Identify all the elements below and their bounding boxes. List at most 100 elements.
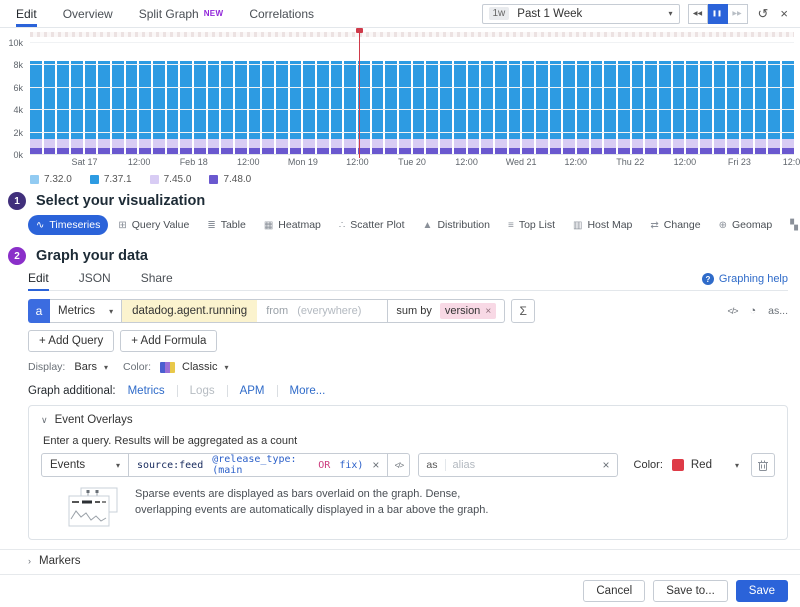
display-options-icon[interactable]: ◔ xyxy=(750,305,757,317)
metric-name-input[interactable]: datadog.agent.running xyxy=(122,300,257,322)
top-tab-overview[interactable]: Overview xyxy=(63,0,113,27)
step-forward-button[interactable]: ▶▶ xyxy=(728,4,748,24)
stacked-bar[interactable] xyxy=(317,43,329,155)
aggregator-sigma-button[interactable]: Σ xyxy=(511,299,535,323)
stacked-bar[interactable] xyxy=(782,43,794,155)
stacked-bar[interactable] xyxy=(522,43,534,155)
delete-event-query-button[interactable] xyxy=(751,453,775,477)
alias-as-button[interactable]: as... xyxy=(768,305,788,317)
stacked-bar[interactable] xyxy=(57,43,69,155)
stacked-bar[interactable] xyxy=(180,43,192,155)
top-tab-split-graph[interactable]: Split GraphNEW xyxy=(139,0,224,27)
viz-button-change[interactable]: ⇄Change xyxy=(642,215,708,235)
stacked-bar[interactable] xyxy=(741,43,753,155)
stacked-bar[interactable] xyxy=(139,43,151,155)
stacked-bar[interactable] xyxy=(768,43,780,155)
event-color-select[interactable]: Red ▾ xyxy=(672,459,739,471)
stacked-bar[interactable] xyxy=(413,43,425,155)
stacked-bar[interactable] xyxy=(426,43,438,155)
chart-plot-area[interactable]: 0k2k4k6k8k10k xyxy=(30,43,794,155)
stacked-bar[interactable] xyxy=(249,43,261,155)
color-scheme-select[interactable]: Classic ▾ xyxy=(157,360,231,374)
save-button[interactable]: Save xyxy=(736,580,788,602)
save-to-button[interactable]: Save to... xyxy=(653,580,728,602)
graph-additional-link-more[interactable]: More... xyxy=(290,385,326,397)
stacked-bar[interactable] xyxy=(44,43,56,155)
stacked-bar[interactable] xyxy=(235,43,247,155)
stacked-bar[interactable] xyxy=(71,43,83,155)
stacked-bar[interactable] xyxy=(399,43,411,155)
viz-button-scatter-plot[interactable]: ∴Scatter Plot xyxy=(331,215,413,235)
event-query-input[interactable]: source:feed@release_type:(mainORfix)× xyxy=(129,453,388,477)
stacked-bar[interactable] xyxy=(126,43,138,155)
group-by-tag[interactable]: version × xyxy=(440,303,496,319)
viz-button-geomap[interactable]: ⊕Geomap xyxy=(711,215,781,235)
legend-item-7.37.1[interactable]: 7.37.1 xyxy=(90,174,132,185)
legend-item-7.48.0[interactable]: 7.48.0 xyxy=(209,174,251,185)
legend-item-7.45.0[interactable]: 7.45.0 xyxy=(150,174,192,185)
legend-item-7.32.0[interactable]: 7.32.0 xyxy=(30,174,72,185)
stacked-bar[interactable] xyxy=(536,43,548,155)
viz-button-tree-map[interactable]: ▚Tree Map xyxy=(782,215,800,235)
stacked-bar[interactable] xyxy=(221,43,233,155)
graphing-help-link[interactable]: ? Graphing help xyxy=(702,273,788,290)
stacked-bar[interactable] xyxy=(645,43,657,155)
stacked-bar[interactable] xyxy=(303,43,315,155)
close-icon[interactable]: × xyxy=(778,6,790,21)
viz-button-timeseries[interactable]: ∿Timeseries xyxy=(28,215,108,235)
stacked-bar[interactable] xyxy=(686,43,698,155)
time-range-selector[interactable]: 1w Past 1 Week ▾ xyxy=(482,4,680,24)
stacked-bar[interactable] xyxy=(98,43,110,155)
stacked-bar[interactable] xyxy=(358,43,370,155)
viz-button-distribution[interactable]: ▲Distribution xyxy=(415,215,498,235)
graph-tab-edit[interactable]: Edit xyxy=(28,271,49,290)
stacked-bar[interactable] xyxy=(167,43,179,155)
refresh-icon[interactable]: ↺ xyxy=(756,6,771,22)
top-tab-edit[interactable]: Edit xyxy=(16,0,37,27)
stacked-bar[interactable] xyxy=(30,43,42,155)
graph-tab-share[interactable]: Share xyxy=(141,271,173,290)
cancel-button[interactable]: Cancel xyxy=(583,580,645,602)
stacked-bar[interactable] xyxy=(468,43,480,155)
stacked-bar[interactable] xyxy=(591,43,603,155)
stacked-bar[interactable] xyxy=(344,43,356,155)
stacked-bar[interactable] xyxy=(385,43,397,155)
top-tab-correlations[interactable]: Correlations xyxy=(249,0,314,27)
stacked-bar[interactable] xyxy=(550,43,562,155)
query-source-select[interactable]: Metrics ▾ xyxy=(50,299,122,323)
stacked-bar[interactable] xyxy=(509,43,521,155)
stacked-bar[interactable] xyxy=(659,43,671,155)
pause-button[interactable]: ❚❚ xyxy=(708,4,728,24)
viz-button-top-list[interactable]: ≡Top List xyxy=(500,215,563,235)
graph-tab-json[interactable]: JSON xyxy=(79,271,111,290)
stacked-bar[interactable] xyxy=(495,43,507,155)
stacked-bar[interactable] xyxy=(577,43,589,155)
stacked-bar[interactable] xyxy=(727,43,739,155)
alias-input[interactable] xyxy=(446,459,596,471)
stacked-bar[interactable] xyxy=(153,43,165,155)
viz-button-heatmap[interactable]: ▦Heatmap xyxy=(256,215,329,235)
clear-query-icon[interactable]: × xyxy=(372,458,379,472)
step-back-button[interactable]: ◀◀ xyxy=(688,4,708,24)
stacked-bar[interactable] xyxy=(755,43,767,155)
add-formula-button[interactable]: + Add Formula xyxy=(120,330,217,352)
stacked-bar[interactable] xyxy=(85,43,97,155)
stacked-bar[interactable] xyxy=(276,43,288,155)
stacked-bar[interactable] xyxy=(208,43,220,155)
stacked-bar[interactable] xyxy=(454,43,466,155)
stacked-bar[interactable] xyxy=(632,43,644,155)
scope-input[interactable]: (everywhere) xyxy=(297,305,387,317)
add-query-button[interactable]: + Add Query xyxy=(28,330,114,352)
graph-additional-link-metrics[interactable]: Metrics xyxy=(128,385,165,397)
stacked-bar[interactable] xyxy=(714,43,726,155)
stacked-bar[interactable] xyxy=(194,43,206,155)
stacked-bar[interactable] xyxy=(563,43,575,155)
stacked-bar[interactable] xyxy=(440,43,452,155)
stacked-bar[interactable] xyxy=(481,43,493,155)
viz-button-host-map[interactable]: ▥Host Map xyxy=(565,215,640,235)
stacked-bar[interactable] xyxy=(331,43,343,155)
event-overlays-header[interactable]: ∨ Event Overlays xyxy=(41,414,775,426)
viz-button-table[interactable]: ≣Table xyxy=(199,215,254,235)
stacked-bar[interactable] xyxy=(262,43,274,155)
stacked-bar[interactable] xyxy=(290,43,302,155)
